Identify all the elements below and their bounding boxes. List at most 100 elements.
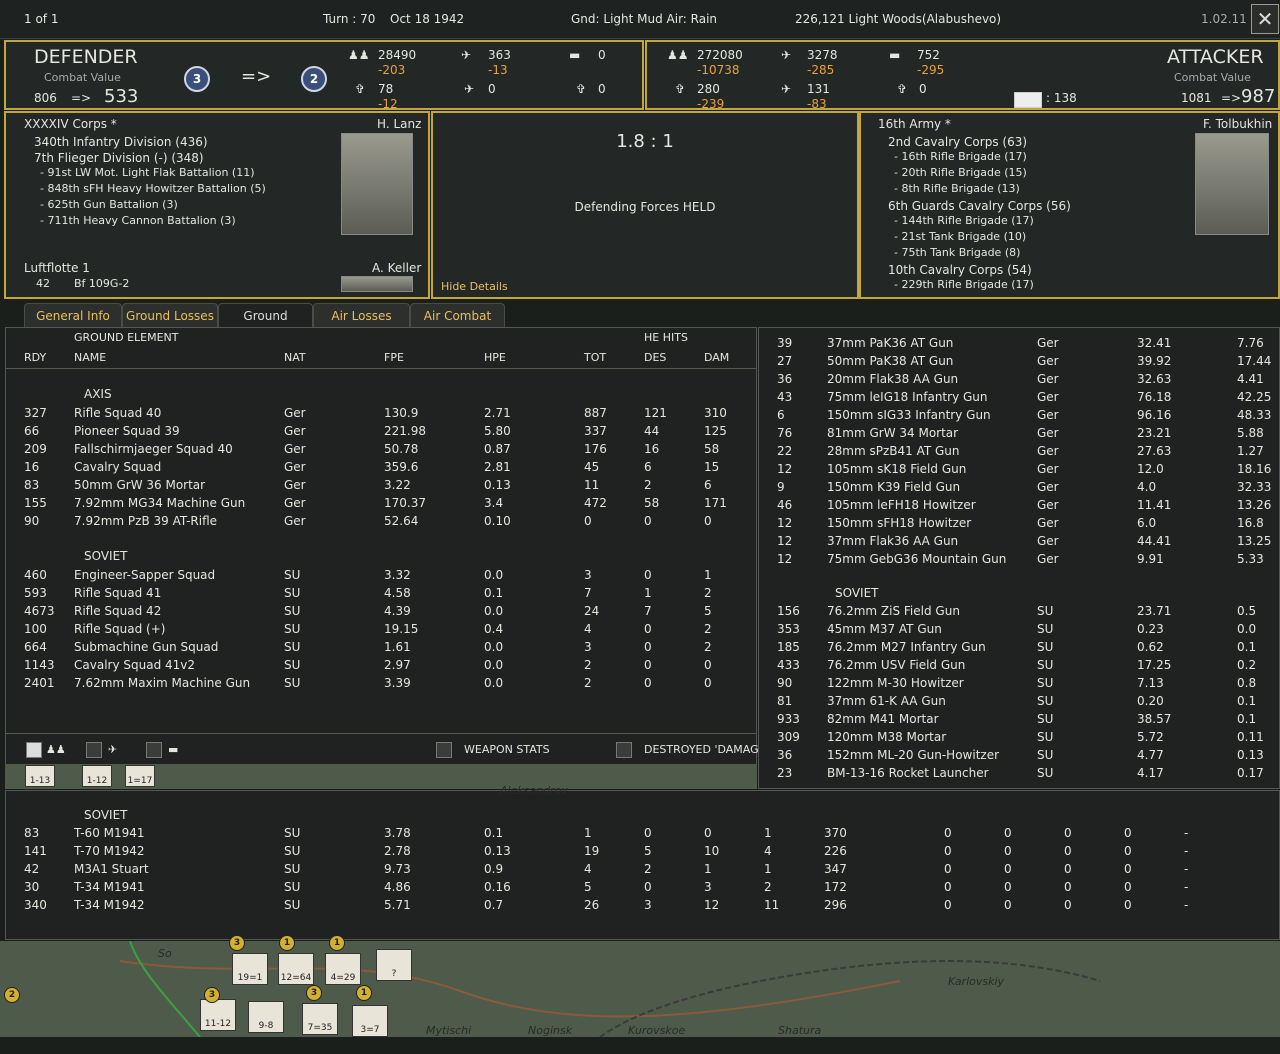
unit-list-item[interactable]: - 848th sFH Heavy Howitzer Battalion (5): [40, 181, 266, 197]
ger-weapon-row-cell: 23.21: [1137, 426, 1172, 440]
column-header-dam[interactable]: DAM: [704, 350, 729, 366]
close-button[interactable]: ✕: [1251, 4, 1279, 34]
ger-weapon-row-cell: 5.88: [1237, 426, 1264, 440]
afv-row-cell: T-34 M1942: [74, 898, 145, 912]
unit-list-item[interactable]: - 229th Rifle Brigade (17): [894, 277, 1034, 293]
ger-weapon-row-cell: 76: [777, 426, 793, 440]
tab-air-combat[interactable]: Air Combat: [410, 303, 505, 328]
ger-weapon-row-cell: 4.41: [1237, 372, 1264, 386]
unit-counter[interactable]: 1-12: [82, 765, 112, 787]
soviet-row-cell: 3.39: [384, 676, 411, 690]
soviet-row-cell: 3.32: [384, 568, 411, 582]
ger-weapon-row-cell: Ger: [1037, 354, 1059, 368]
unit-list-item[interactable]: - 625th Gun Battalion (3): [40, 197, 178, 213]
map-area[interactable]: Aleksandrov Karlovskiy Mytischi Noginsk Kuro…: [0, 765, 1280, 1037]
defender-cv-from: 806: [34, 91, 57, 105]
column-header-fpe[interactable]: FPE: [384, 350, 404, 366]
unit-list-item[interactable]: - 75th Tank Brigade (8): [894, 245, 1020, 261]
defender-air2: 0: [488, 82, 496, 96]
unit-counter[interactable]: 19=1: [232, 953, 268, 985]
unit-counter[interactable]: 7=35: [302, 1003, 338, 1035]
defender-air-hq[interactable]: Luftflotte 1: [24, 259, 90, 277]
attacker-commander: F. Tolbukhin: [1203, 117, 1273, 131]
map-label: Aleksandrov: [500, 784, 568, 797]
defender-title: DEFENDER: [34, 46, 138, 68]
axis-row-cell: 0.10: [484, 514, 511, 528]
soviet-row-cell: 0.0: [484, 676, 504, 690]
hide-details-link[interactable]: Hide Details: [441, 279, 508, 295]
gun-icon: ✞: [675, 82, 686, 96]
defender-air-commander: A. Keller: [372, 261, 422, 275]
tab-general-info[interactable]: General Info: [24, 303, 122, 328]
unit-counter[interactable]: 4=29: [325, 953, 361, 985]
soviet-row-cell: Cavalry Squad 41v2: [74, 658, 196, 672]
tank-filter-checkbox[interactable]: [146, 742, 162, 758]
afv-row-cell: M3A1 Stuart: [74, 862, 149, 876]
soviet-row-cell: 0.0: [484, 604, 504, 618]
unit-list-item[interactable]: - 8th Rifle Brigade (13): [894, 181, 1020, 197]
unit-list-item[interactable]: - 21st Tank Brigade (10): [894, 229, 1026, 245]
column-header-nat[interactable]: NAT: [284, 350, 306, 366]
unit-counter[interactable]: ?: [376, 949, 412, 981]
unit-counter[interactable]: 1=17: [125, 765, 155, 787]
axis-row-cell: Ger: [284, 406, 306, 420]
unit-counter[interactable]: 3=7: [352, 1005, 388, 1037]
tab-air-losses[interactable]: Air Losses: [313, 303, 410, 328]
attacker-units-panel: 16th Army * F. Tolbukhin 2nd Cavalry Cor…: [859, 111, 1280, 299]
attacker-trucks: : 138: [1046, 91, 1077, 105]
unit-counter[interactable]: 12=64: [278, 953, 314, 985]
ger-weapon-row-cell: 12.0: [1137, 462, 1164, 476]
column-header-hpe[interactable]: HPE: [484, 350, 506, 366]
afv-row-cell: 9.73: [384, 862, 411, 876]
afv-row-cell: 12: [704, 898, 720, 912]
column-header-des[interactable]: DES: [644, 350, 666, 366]
column-header-rdy[interactable]: RDY: [24, 350, 46, 366]
infantry-icon: ♟♟: [667, 48, 689, 62]
afv-row-cell: 0: [1064, 898, 1072, 912]
afv-row-cell: 4.86: [384, 880, 411, 894]
su-weapon-row-cell: SU: [1037, 640, 1054, 654]
afv-row-cell: T-60 M1941: [74, 826, 145, 840]
afv-row-cell: SU: [284, 826, 301, 840]
axis-row-cell: Ger: [284, 514, 306, 528]
tab-ground-combat[interactable]: Ground Combat: [218, 303, 313, 347]
axis-row-cell: 2.71: [484, 406, 511, 420]
axis-row-cell: 90: [24, 514, 40, 528]
afv-row-cell: 0.7: [484, 898, 504, 912]
unit-list-item[interactable]: - 16th Rifle Brigade (17): [894, 149, 1027, 165]
unit-counter[interactable]: 9-8: [248, 1001, 284, 1033]
ger-weapon-row-cell: 44.41: [1137, 534, 1172, 548]
he-hits-header: HE HITS: [644, 331, 688, 344]
su-weapon-row-cell: 90: [777, 676, 793, 690]
su-weapon-row-cell: 76.2mm M27 Infantry Gun: [827, 640, 986, 654]
ger-weapon-row-cell: Ger: [1037, 336, 1059, 350]
afv-row-cell: 0: [1004, 844, 1012, 858]
column-header-tot[interactable]: TOT: [584, 350, 606, 366]
unit-counter[interactable]: 11-12: [200, 999, 236, 1031]
unit-list-item[interactable]: - 711th Heavy Cannon Battalion (3): [40, 213, 236, 229]
axis-row-cell: 45: [584, 460, 600, 474]
air-filter-checkbox[interactable]: [86, 742, 102, 758]
unit-list-item[interactable]: - 91st LW Mot. Light Flak Battalion (11): [40, 165, 255, 181]
defender-units-panel: XXXXIV Corps * H. Lanz 340th Infantry Di…: [4, 111, 430, 299]
unit-list-item[interactable]: - 20th Rifle Brigade (15): [894, 165, 1027, 181]
attacker-guns2: 0: [919, 82, 927, 96]
column-header-name[interactable]: NAME: [74, 350, 106, 366]
weather-label: Gnd: Light Mud Air: Rain: [571, 12, 718, 26]
destroyed-checkbox[interactable]: [616, 742, 632, 758]
soviet-row-cell: 2.97: [384, 658, 411, 672]
afv-row-cell: 0: [1124, 844, 1132, 858]
attacker-hq[interactable]: 16th Army *: [878, 115, 951, 133]
right-soviet-label: SOVIET: [835, 586, 879, 600]
unit-badge: 1: [329, 935, 345, 951]
weapon-stats-checkbox[interactable]: [436, 742, 452, 758]
afv-row-cell: 0: [1124, 880, 1132, 894]
infantry-filter-checkbox[interactable]: [26, 742, 42, 758]
afv-row-cell: -: [1184, 826, 1189, 840]
defender-hq[interactable]: XXXXIV Corps *: [24, 115, 117, 133]
unit-list-item[interactable]: - 144th Rifle Brigade (17): [894, 213, 1034, 229]
soviet-row-cell: SU: [284, 586, 301, 600]
tab-ground-losses[interactable]: Ground Losses: [122, 303, 218, 328]
unit-counter[interactable]: 1-13: [25, 765, 55, 787]
afv-soviet-label: SOVIET: [84, 808, 128, 822]
